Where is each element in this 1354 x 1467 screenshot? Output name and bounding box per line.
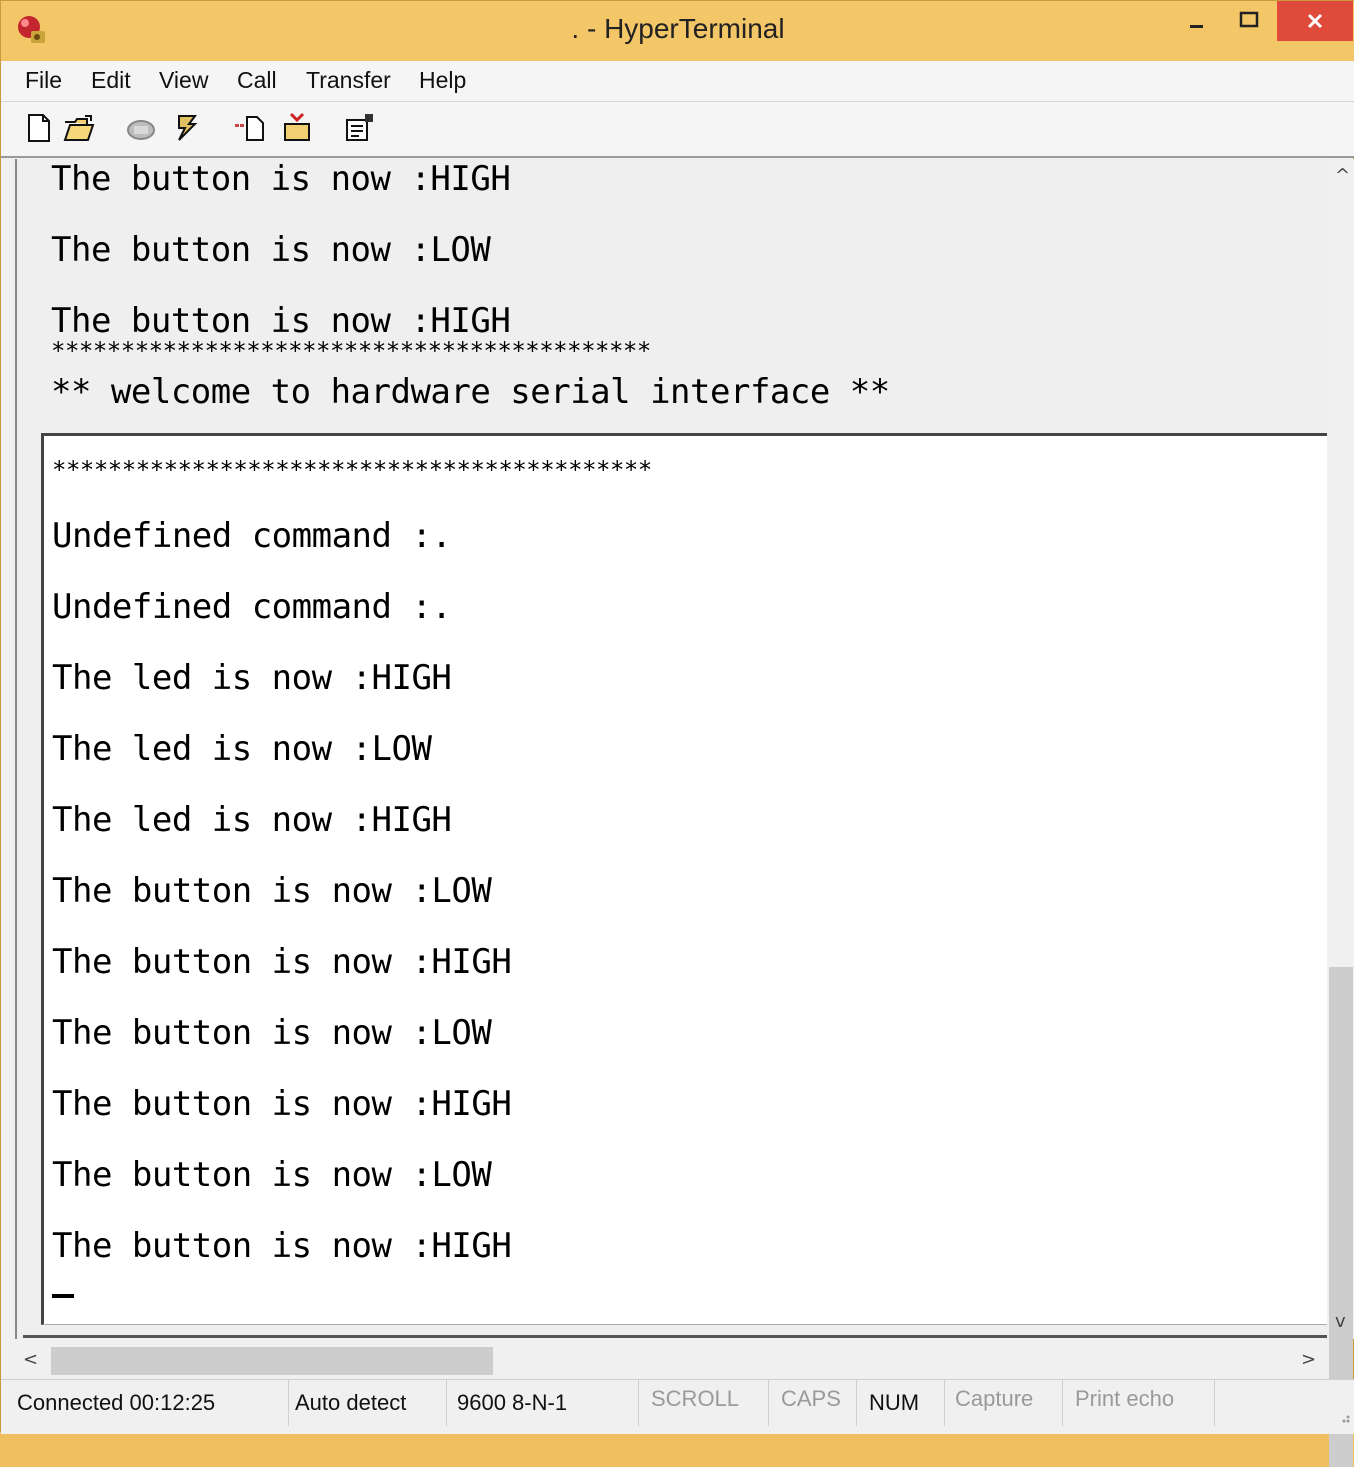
status-capture: Capture [951,1380,1063,1426]
menu-edit[interactable]: Edit [91,67,131,94]
hyperterminal-window: . - HyperTerminal File Edit View Call Tr… [0,0,1354,1467]
minimize-button[interactable] [1177,1,1217,41]
scroll-right-icon[interactable]: > [1301,1349,1316,1370]
new-document-icon[interactable] [23,112,55,144]
status-port-settings: 9600 8-N-1 [453,1380,639,1426]
terminal-line: The button is now :HIGH [52,1226,512,1266]
close-button[interactable] [1277,1,1353,41]
terminal-line: The led is now :HIGH [52,658,452,698]
status-print-echo: Print echo [1071,1380,1215,1426]
maximize-icon [1239,11,1259,28]
terminal-line: The button is now :HIGH [51,159,511,199]
close-icon [1307,13,1323,29]
terminal-line: The button is now :LOW [52,1155,492,1195]
minimize-icon [1190,25,1203,28]
terminal-line: The button is now :HIGH [51,301,511,341]
text-cursor [52,1294,74,1298]
menu-help[interactable]: Help [419,67,466,94]
status-bar: Connected 00:12:25 Auto detect 9600 8-N-… [1,1379,1354,1434]
terminal-line: ** welcome to hardware serial interface … [51,372,890,412]
terminal-line: The button is now :LOW [52,871,492,911]
scroll-down-icon[interactable]: v [1335,1311,1346,1332]
terminal-line: The led is now :HIGH [52,800,452,840]
menu-transfer[interactable]: Transfer [306,67,391,94]
vertical-scrollbar[interactable]: ^ v [1327,159,1354,1467]
terminal-line: Undefined command :. [52,587,452,627]
status-scroll: SCROLL [647,1380,769,1426]
resize-grip-icon[interactable] [1337,1410,1351,1424]
open-folder-icon[interactable] [63,112,95,144]
terminal-line: Undefined command :. [52,516,452,556]
horizontal-scroll-thumb[interactable] [51,1347,493,1375]
terminal-line: The led is now :LOW [52,729,432,769]
status-num: NUM [865,1380,945,1426]
terminal-line: ****************************************… [52,456,652,484]
menu-call[interactable]: Call [237,67,277,94]
phone-icon[interactable] [125,112,157,144]
scroll-left-icon[interactable]: < [23,1349,38,1370]
horizontal-scrollbar[interactable]: < > [15,1343,1327,1377]
menu-bar: File Edit View Call Transfer Help [1,61,1354,102]
toolbar [1,102,1354,158]
terminal-area[interactable]: The button is now :HIGH The button is no… [15,159,1329,1339]
status-caps: CAPS [777,1380,857,1426]
terminal-line: The button is now :LOW [52,1013,492,1053]
receive-icon[interactable] [281,112,313,144]
terminal-line: The button is now :HIGH [52,1084,512,1124]
disconnect-icon[interactable] [171,112,203,144]
menu-file[interactable]: File [25,67,62,94]
send-icon[interactable] [233,112,265,144]
status-auto-detect: Auto detect [291,1380,447,1426]
properties-icon[interactable] [343,112,375,144]
status-connected: Connected 00:12:25 [13,1380,289,1426]
terminal-line: The button is now :LOW [51,230,491,270]
scroll-up-icon[interactable]: ^ [1335,165,1350,186]
window-title: . - HyperTerminal [571,13,785,44]
terminal-output-pane[interactable]: ****************************************… [41,433,1329,1325]
menu-view[interactable]: View [159,67,208,94]
divider [23,1335,1327,1338]
terminal-line: ****************************************… [51,337,651,365]
title-bar[interactable]: . - HyperTerminal [1,1,1354,61]
terminal-line: The button is now :HIGH [52,942,512,982]
maximize-button[interactable] [1227,1,1271,41]
